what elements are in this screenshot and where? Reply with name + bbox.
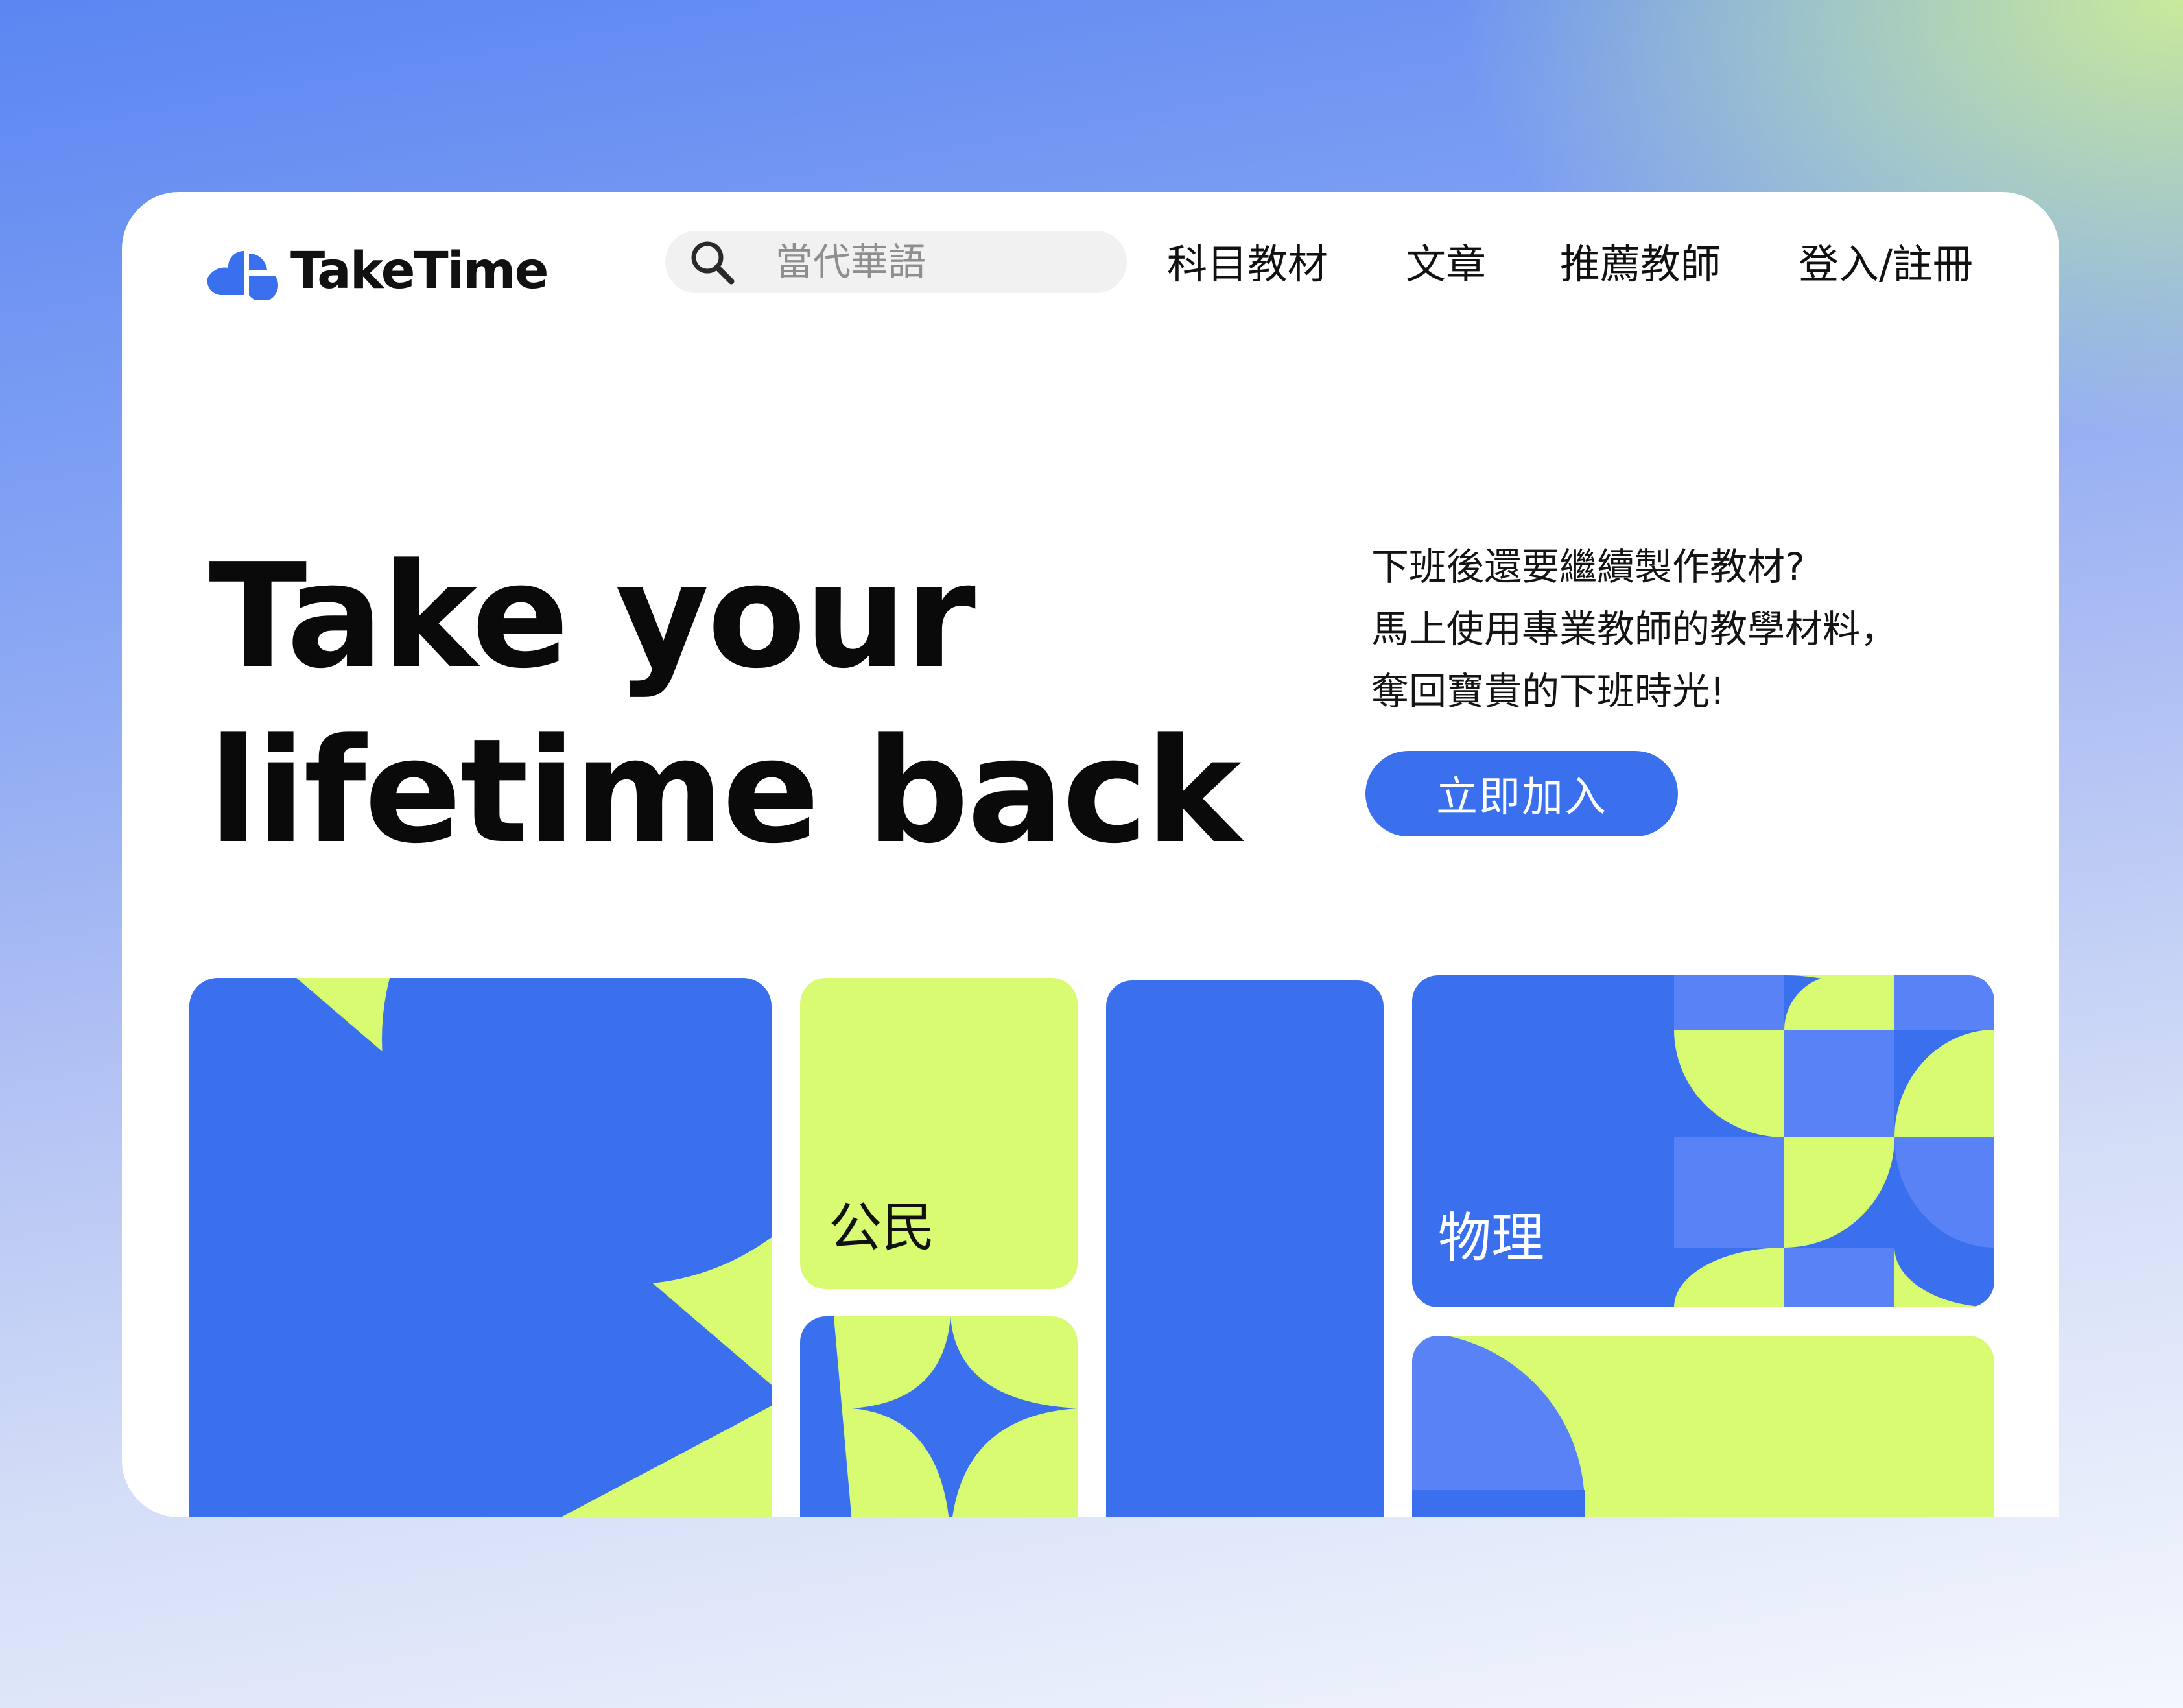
hero-desc-line-1: 下班後還要繼續製作教材? bbox=[1371, 545, 1805, 589]
brand-name: TakeTime bbox=[290, 242, 549, 300]
hero-title-line-2: lifetime back bbox=[209, 708, 1242, 875]
hero-desc-line-2: 馬上使用專業教師的教學材料， bbox=[1371, 607, 1898, 651]
hero-title-line-1: Take your bbox=[209, 533, 976, 700]
nav-item-teachers[interactable]: 推薦教師 bbox=[1560, 237, 1721, 292]
subject-tile-civics[interactable]: 公民 bbox=[800, 978, 1078, 1289]
subject-tile-physics[interactable]: 物理 bbox=[1412, 975, 1994, 1307]
nav-item-articles[interactable]: 文章 bbox=[1406, 237, 1486, 292]
subject-tile-blue[interactable] bbox=[1106, 980, 1384, 1517]
hero-desc-line-3: 奪回寶貴的下班時光! bbox=[1371, 669, 1725, 713]
geometric-triangle-pattern bbox=[189, 978, 772, 1517]
hero-description: 下班後還要繼續製作教材? 馬上使用專業教師的教學材料， 奪回寶貴的下班時光! bbox=[1371, 536, 1994, 722]
subject-label-physics: 物理 bbox=[1438, 1207, 1545, 1269]
nav-item-login[interactable]: 登入/註冊 bbox=[1799, 237, 1973, 292]
nav-item-materials[interactable]: 科目教材 bbox=[1167, 237, 1328, 292]
subject-tile-featured[interactable] bbox=[189, 978, 772, 1517]
subject-tile-sparkle[interactable] bbox=[800, 1316, 1078, 1517]
sparkle-pattern bbox=[800, 1316, 1078, 1517]
subject-label-civics: 公民 bbox=[829, 1197, 936, 1259]
search-icon[interactable] bbox=[687, 237, 738, 288]
subject-tile-lime[interactable] bbox=[1412, 1336, 1994, 1517]
search-bar[interactable] bbox=[665, 231, 1127, 293]
landing-card: TakeTime 科目教材 文章 推薦教師 登入/註冊 Take your li… bbox=[122, 192, 2059, 1517]
join-now-button[interactable]: 立即加入 bbox=[1365, 751, 1678, 836]
brand-logo[interactable]: TakeTime bbox=[202, 237, 549, 305]
hero-title: Take your lifetime back bbox=[209, 529, 1311, 879]
quarter-circle-lime-pattern bbox=[1412, 1336, 1994, 1517]
search-input[interactable] bbox=[775, 231, 1100, 293]
cloud-logo-icon bbox=[207, 250, 278, 300]
